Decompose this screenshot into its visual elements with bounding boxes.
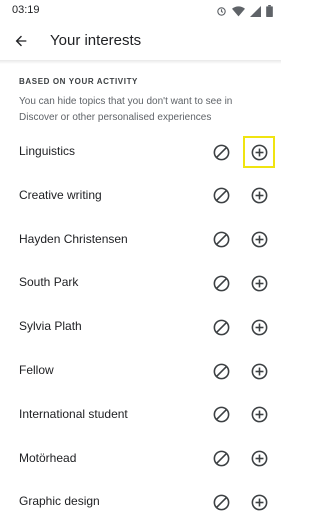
add-circle-icon bbox=[250, 274, 269, 293]
topic-row: Graphic design bbox=[0, 482, 281, 526]
topic-row: Linguistics bbox=[0, 132, 281, 176]
arrow-back-icon bbox=[13, 33, 29, 49]
topic-label: Linguistics bbox=[19, 144, 76, 158]
block-icon bbox=[212, 186, 231, 205]
block-icon bbox=[212, 274, 231, 293]
add-circle-icon bbox=[250, 230, 269, 249]
add-circle-icon bbox=[250, 493, 269, 512]
status-time: 03:19 bbox=[12, 4, 40, 16]
block-icon bbox=[212, 493, 231, 512]
hide-topic-button[interactable] bbox=[210, 316, 232, 338]
topic-label: Motörhead bbox=[19, 450, 77, 465]
hide-topic-button[interactable] bbox=[210, 229, 232, 251]
topic-label: South Park bbox=[19, 275, 79, 290]
header-divider bbox=[0, 60, 281, 64]
topic-row: International student bbox=[0, 395, 281, 439]
hide-topic-button[interactable] bbox=[210, 360, 232, 382]
back-button[interactable] bbox=[10, 30, 32, 52]
signal-icon bbox=[250, 5, 261, 17]
follow-topic-button[interactable] bbox=[248, 229, 270, 251]
topic-label: Creative writing bbox=[19, 187, 102, 202]
app-bar: Your interests bbox=[0, 22, 281, 60]
topic-label: Fellow bbox=[19, 363, 54, 377]
block-icon bbox=[212, 318, 231, 337]
follow-topic-button[interactable] bbox=[248, 448, 270, 470]
wifi-icon bbox=[232, 5, 245, 17]
add-circle-icon bbox=[250, 405, 269, 424]
hide-topic-button[interactable] bbox=[210, 404, 232, 426]
add-circle-icon bbox=[250, 318, 269, 337]
topic-row: South Park bbox=[0, 263, 281, 307]
topic-label: Sylvia Plath bbox=[19, 319, 82, 334]
section-title: BASED ON YOUR ACTIVITY bbox=[19, 77, 138, 86]
section-description: You can hide topics that you don't want … bbox=[19, 96, 233, 123]
block-icon bbox=[212, 405, 231, 424]
battery-icon bbox=[266, 5, 273, 17]
block-icon bbox=[212, 143, 231, 162]
follow-topic-button[interactable] bbox=[248, 360, 270, 382]
hide-topic-button[interactable] bbox=[210, 272, 232, 294]
topic-label: Hayden Christensen bbox=[19, 231, 128, 246]
hide-topic-button[interactable] bbox=[210, 141, 232, 163]
topic-label: Graphic design bbox=[19, 494, 100, 509]
page-title: Your interests bbox=[50, 32, 142, 49]
status-icons bbox=[216, 4, 273, 18]
follow-topic-button[interactable] bbox=[248, 272, 270, 294]
topic-row: Motörhead bbox=[0, 439, 281, 483]
topic-label: International student bbox=[19, 406, 128, 421]
topic-row: Hayden Christensen bbox=[0, 220, 281, 264]
topic-row: Sylvia Plath bbox=[0, 307, 281, 351]
add-circle-icon bbox=[250, 362, 269, 381]
add-circle-icon bbox=[250, 449, 269, 468]
hide-topic-button[interactable] bbox=[210, 185, 232, 207]
follow-topic-button[interactable] bbox=[248, 404, 270, 426]
add-circle-icon bbox=[250, 186, 269, 205]
status-bar: 03:19 bbox=[0, 0, 281, 22]
hide-topic-button[interactable] bbox=[210, 491, 232, 513]
follow-topic-button[interactable] bbox=[243, 136, 275, 168]
follow-topic-button[interactable] bbox=[248, 185, 270, 207]
add-circle-icon bbox=[250, 143, 269, 162]
block-icon bbox=[212, 230, 231, 249]
topic-row: Fellow bbox=[0, 351, 281, 395]
follow-topic-button[interactable] bbox=[248, 491, 270, 513]
block-icon bbox=[212, 449, 231, 468]
topic-row: Creative writing bbox=[0, 176, 281, 220]
block-icon bbox=[212, 362, 231, 381]
sync-icon bbox=[216, 6, 227, 17]
follow-topic-button[interactable] bbox=[248, 316, 270, 338]
hide-topic-button[interactable] bbox=[210, 448, 232, 470]
